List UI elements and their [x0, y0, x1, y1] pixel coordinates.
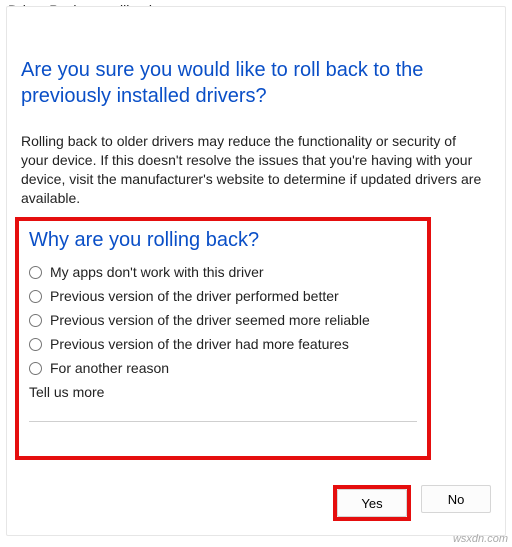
reason-option-label: Previous version of the driver performed… — [50, 288, 339, 304]
reason-radio[interactable] — [29, 266, 42, 279]
reason-option-label: Previous version of the driver had more … — [50, 336, 349, 352]
dialog-panel: Are you sure you would like to roll back… — [6, 6, 506, 536]
reason-option-label: For another reason — [50, 360, 169, 376]
yes-highlight: Yes — [333, 485, 411, 521]
tell-us-more-label: Tell us more — [29, 384, 417, 400]
reason-option-label: Previous version of the driver seemed mo… — [50, 312, 370, 328]
reason-option-another[interactable]: For another reason — [29, 360, 417, 376]
watermark: wsxdn.com — [453, 533, 508, 545]
reason-section: Why are you rolling back? My apps don't … — [15, 217, 431, 460]
reason-radio[interactable] — [29, 314, 42, 327]
yes-button[interactable]: Yes — [337, 489, 407, 517]
no-button[interactable]: No — [421, 485, 491, 513]
reason-option-apps[interactable]: My apps don't work with this driver — [29, 264, 417, 280]
reason-option-more-features[interactable]: Previous version of the driver had more … — [29, 336, 417, 352]
reason-option-performed-better[interactable]: Previous version of the driver performed… — [29, 288, 417, 304]
reason-option-more-reliable[interactable]: Previous version of the driver seemed mo… — [29, 312, 417, 328]
reason-radio[interactable] — [29, 362, 42, 375]
info-text: Rolling back to older drivers may reduce… — [21, 132, 485, 208]
button-row: Yes No — [333, 485, 491, 521]
tell-us-more-input[interactable] — [29, 402, 417, 422]
confirm-heading: Are you sure you would like to roll back… — [21, 57, 485, 109]
reason-radio[interactable] — [29, 290, 42, 303]
reason-radio[interactable] — [29, 338, 42, 351]
reason-option-label: My apps don't work with this driver — [50, 264, 264, 280]
reason-heading: Why are you rolling back? — [29, 229, 417, 252]
